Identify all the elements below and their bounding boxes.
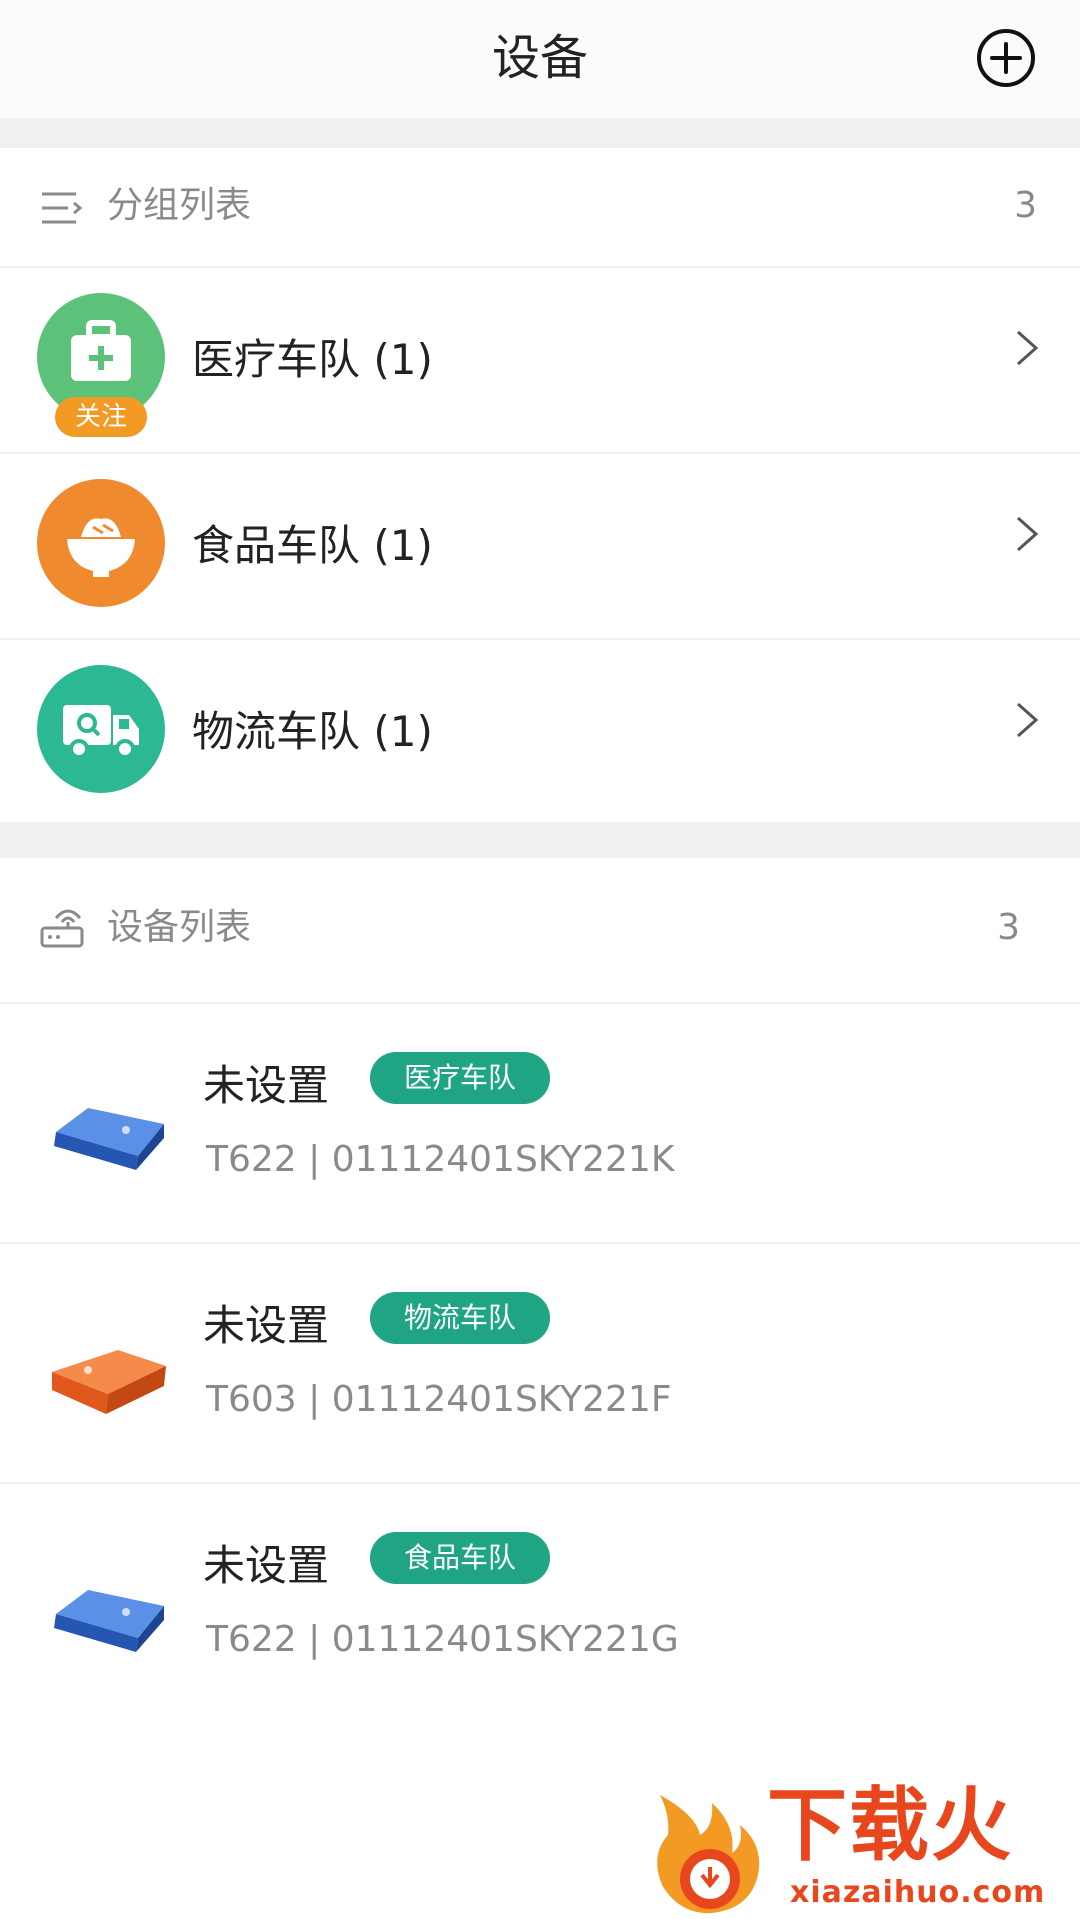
group-label: 医疗车队 (1): [192, 335, 433, 384]
focus-badge: 关注: [55, 397, 147, 437]
device-count: 3: [997, 907, 1020, 948]
flame-logo-icon: [657, 1795, 760, 1914]
tracker-device-image: [54, 1590, 164, 1652]
group-count: 3: [1014, 185, 1037, 226]
device-name: 未设置: [203, 1301, 330, 1350]
group-list-header: 分组列表 3: [0, 148, 1080, 266]
list-icon: [42, 192, 83, 224]
device-name: 未设置: [203, 1061, 330, 1110]
device-model-serial: T622 | 01112401SKY221G: [206, 1619, 679, 1660]
food-group-avatar: [37, 479, 165, 607]
group-label: 物流车队 (1): [192, 707, 433, 756]
group-row-logistics[interactable]: 物流车队 (1): [0, 638, 1080, 822]
section-divider: [0, 822, 1080, 858]
chevron-right-icon: [1017, 516, 1039, 552]
chevron-right-icon: [1017, 702, 1039, 738]
router-icon: [40, 909, 84, 948]
device-row[interactable]: 未设置 物流车队 T603 | 01112401SKY221F: [0, 1242, 1080, 1482]
watermark-text: 下载火: [767, 1779, 1013, 1872]
device-model-serial: T603 | 01112401SKY221F: [206, 1379, 672, 1420]
group-list-title: 分组列表: [107, 185, 252, 226]
watermark-url: xiazaihuo.com: [790, 1875, 1046, 1910]
app-header: 设备: [0, 0, 1080, 118]
group-row-food[interactable]: 食品车队 (1): [0, 452, 1080, 636]
group-row-medical[interactable]: 关注 医疗车队 (1): [0, 266, 1080, 450]
truck-icon: [63, 705, 139, 759]
tracker-device-image: [52, 1350, 166, 1414]
add-circle-icon[interactable]: [975, 27, 1037, 89]
watermark: 下载火 xiazaihuo.com: [640, 1775, 1080, 1919]
tracker-device-image: [54, 1108, 164, 1170]
device-group-tag: 物流车队: [370, 1292, 550, 1344]
device-list-title: 设备列表: [107, 907, 252, 948]
device-model-serial: T622 | 01112401SKY221K: [206, 1139, 675, 1180]
page-title: 设备: [491, 30, 588, 86]
device-group-tag: 食品车队: [370, 1532, 550, 1584]
device-row[interactable]: 未设置 食品车队 T622 | 01112401SKY221G: [0, 1482, 1080, 1722]
device-list-header: 设备列表 3: [0, 858, 1080, 1002]
group-label: 食品车队 (1): [192, 521, 433, 570]
chevron-right-icon: [1017, 330, 1039, 366]
logistics-group-avatar: [37, 665, 165, 793]
device-row[interactable]: 未设置 医疗车队 T622 | 01112401SKY221K: [0, 1002, 1080, 1242]
section-divider: [0, 118, 1080, 148]
device-name: 未设置: [203, 1541, 330, 1590]
device-group-tag: 医疗车队: [370, 1052, 550, 1104]
rice-bowl-icon: [67, 518, 135, 577]
